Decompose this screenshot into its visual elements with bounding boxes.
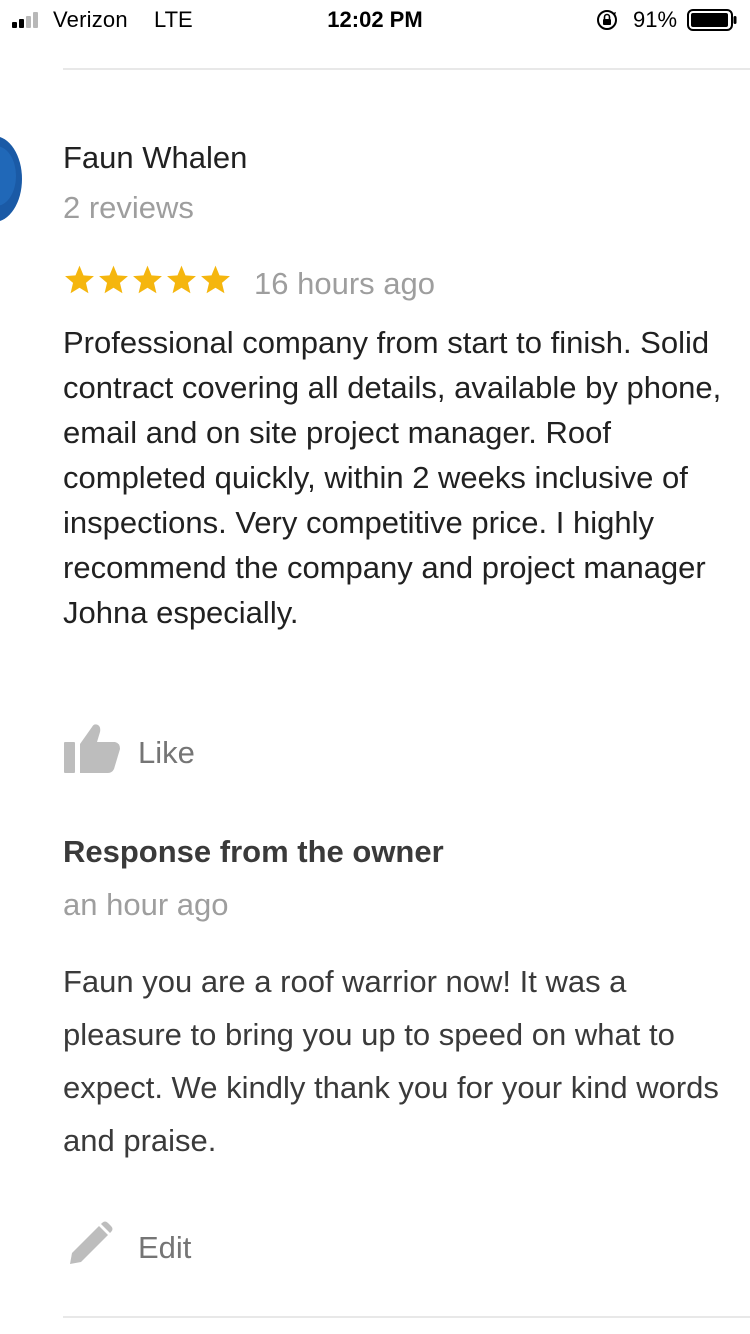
bottom-divider <box>63 1316 750 1318</box>
star-icon <box>201 265 230 294</box>
orientation-lock-icon <box>597 10 617 30</box>
owner-response-title: Response from the owner <box>63 834 444 869</box>
thumbs-up-icon <box>64 724 120 773</box>
owner-response-timestamp: an hour ago <box>63 887 229 922</box>
battery-icon <box>687 9 737 31</box>
review-text: Professional company from start to finis… <box>63 325 722 630</box>
status-bar: Verizon LTE 12:02 PM 91% <box>0 0 750 40</box>
star-icon <box>167 265 196 294</box>
reviewer-name[interactable]: Faun Whalen <box>63 140 247 176</box>
review-timestamp: 16 hours ago <box>254 266 435 301</box>
star-icon <box>65 265 94 294</box>
star-icon <box>133 265 162 294</box>
owner-response-text: Faun you are a roof warrior now! It was … <box>63 964 719 1158</box>
pencil-icon <box>70 1221 113 1264</box>
battery-percentage: 91% <box>633 7 678 32</box>
edit-button[interactable]: Edit <box>63 1215 263 1271</box>
star-icon <box>99 265 128 294</box>
avatar[interactable] <box>0 136 22 222</box>
review-count: 2 reviews <box>63 190 194 225</box>
like-button[interactable]: Like <box>63 720 263 776</box>
edit-label: Edit <box>138 1230 192 1265</box>
star-rating <box>63 262 232 302</box>
top-divider <box>63 68 750 70</box>
like-label: Like <box>138 735 195 770</box>
